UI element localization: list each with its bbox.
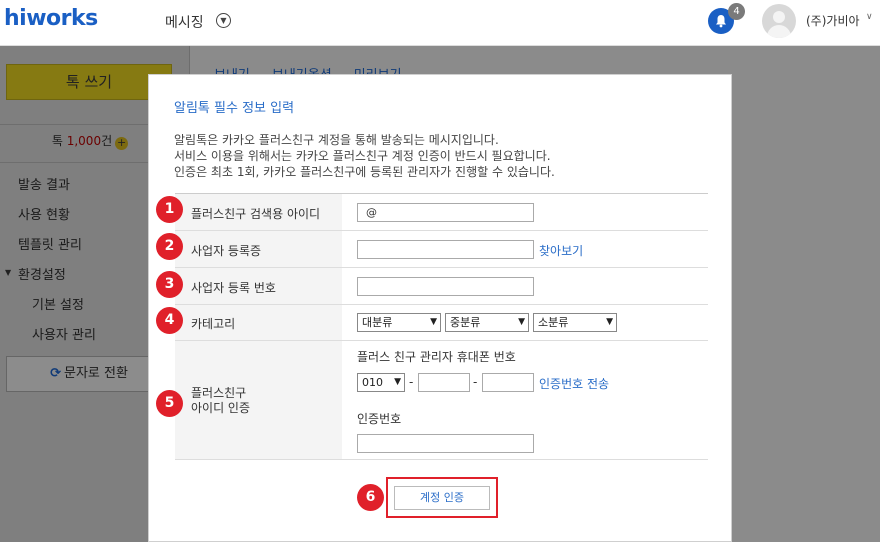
form-row-verify: 플러스친구 아이디 인증 플러스 친구 관리자 휴대폰 번호 010 ▼ - - … <box>175 341 708 460</box>
license-label: 사업자 등록증 <box>191 244 262 258</box>
step-badge: 5 <box>156 390 183 417</box>
phone-middle-input[interactable] <box>418 373 470 392</box>
license-file-input[interactable] <box>357 240 534 259</box>
modal-description: 알림톡은 카카오 플러스친구 계정을 통해 발송되는 메시지입니다. 서비스 이… <box>174 132 555 180</box>
sidebar-item-settings[interactable]: 환경설정 <box>18 264 66 283</box>
desc-line: 알림톡은 카카오 플러스친구 계정을 통해 발송되는 메시지입니다. <box>174 133 499 147</box>
app-menu-label[interactable]: 메시징 <box>165 12 204 32</box>
chevron-down-icon: ▼ <box>430 317 437 327</box>
select-value: 010 <box>362 376 383 389</box>
sidebar-item-usage[interactable]: 사용 현황 <box>18 204 70 223</box>
form-label-cell: 플러스친구 검색용 아이디 <box>175 194 342 230</box>
biz-no-label: 사업자 등록 번호 <box>191 281 276 295</box>
code-label: 인증번호 <box>357 412 402 426</box>
category-major-select[interactable]: 대분류 ▼ <box>357 313 441 332</box>
required-info-modal: 알림톡 필수 정보 입력 알림톡은 카카오 플러스친구 계정을 통해 발송되는 … <box>148 74 732 542</box>
chevron-down-icon: ▼ <box>394 377 401 387</box>
switch-label: 문자로 전환 <box>63 366 128 381</box>
search-id-label: 플러스친구 검색용 아이디 <box>191 207 321 221</box>
select-value: 중분류 <box>450 316 481 329</box>
credit-count: 1,000 <box>66 134 102 148</box>
verification-code-input[interactable] <box>357 434 534 453</box>
chevron-down-icon: ▼ <box>606 317 613 327</box>
form-label-cell: 사업자 등록 번호 <box>175 268 342 304</box>
caret-down-icon[interactable]: ▼ <box>5 268 11 277</box>
credit-suffix: 건 <box>101 134 113 148</box>
refresh-icon: ⟳ <box>50 366 61 381</box>
verify-account-button[interactable]: 계정 인증 <box>394 486 490 510</box>
step-badge: 3 <box>156 271 183 298</box>
chevron-down-icon: ▼ <box>518 317 525 327</box>
form-row-search-id: 플러스친구 검색용 아이디 @ <box>175 194 708 231</box>
step-badge: 1 <box>156 196 183 223</box>
top-bar: hiworks 메시징 ▼ 4 (주)가비아 ∨ <box>0 0 880 46</box>
form-label-cell: 플러스친구 아이디 인증 <box>175 341 342 459</box>
biz-no-input[interactable] <box>357 277 534 296</box>
logo[interactable]: hiworks <box>4 6 98 31</box>
verify-label-line: 아이디 인증 <box>191 401 251 415</box>
select-value: 대분류 <box>362 316 393 329</box>
form-label-cell: 사업자 등록증 <box>175 231 342 267</box>
search-id-input[interactable]: @ <box>357 203 534 222</box>
notification-badge: 4 <box>728 3 745 20</box>
modal-title: 알림톡 필수 정보 입력 <box>174 101 295 116</box>
form-row-license: 사업자 등록증 찾아보기 <box>175 231 708 268</box>
company-name[interactable]: (주)가비아 <box>806 12 860 29</box>
sidebar-item-templates[interactable]: 템플릿 관리 <box>18 234 82 253</box>
form-row-category: 카테고리 대분류 ▼ 중분류 ▼ 소분류 ▼ <box>175 305 708 341</box>
chevron-down-icon[interactable]: ▼ <box>216 13 231 28</box>
sidebar-item-basic-settings[interactable]: 기본 설정 <box>32 294 84 313</box>
phone-prefix-select[interactable]: 010 ▼ <box>357 373 405 392</box>
browse-link[interactable]: 찾아보기 <box>539 242 583 259</box>
desc-line: 서비스 이용을 위해서는 카카오 플러스친구 계정 인증이 반드시 필요합니다. <box>174 149 551 163</box>
send-code-link[interactable]: 인증번호 전송 <box>539 375 609 392</box>
step-badge: 6 <box>357 484 384 511</box>
category-minor-select[interactable]: 소분류 ▼ <box>533 313 617 332</box>
verify-label-line: 플러스친구 <box>191 386 247 400</box>
desc-line: 인증은 최초 1회, 카카오 플러스친구에 등록된 관리자가 진행할 수 있습니… <box>174 165 555 179</box>
category-label: 카테고리 <box>191 317 236 331</box>
phone-last-input[interactable] <box>482 373 534 392</box>
phone-dash: - <box>473 375 478 389</box>
avatar[interactable] <box>762 4 796 38</box>
form-row-biz-no: 사업자 등록 번호 <box>175 268 708 305</box>
verify-highlight: 계정 인증 <box>386 477 498 518</box>
verify-label: 플러스친구 아이디 인증 <box>191 386 250 416</box>
category-middle-select[interactable]: 중분류 ▼ <box>445 313 529 332</box>
form-label-cell: 카테고리 <box>175 305 342 340</box>
step-badge: 4 <box>156 307 183 334</box>
chevron-down-icon[interactable]: ∨ <box>866 12 873 22</box>
step-badge: 2 <box>156 233 183 260</box>
sidebar-item-user-management[interactable]: 사용자 관리 <box>32 324 96 343</box>
phone-label: 플러스 친구 관리자 휴대폰 번호 <box>357 350 516 364</box>
phone-dash: - <box>409 375 414 389</box>
plus-icon[interactable]: + <box>115 137 129 150</box>
credit-prefix: 톡 <box>51 134 67 148</box>
sidebar-item-send-result[interactable]: 발송 결과 <box>18 174 70 193</box>
form-table: 플러스친구 검색용 아이디 @ 사업자 등록증 찾아보기 사업자 등록 번호 카… <box>175 193 708 460</box>
select-value: 소분류 <box>538 316 569 329</box>
